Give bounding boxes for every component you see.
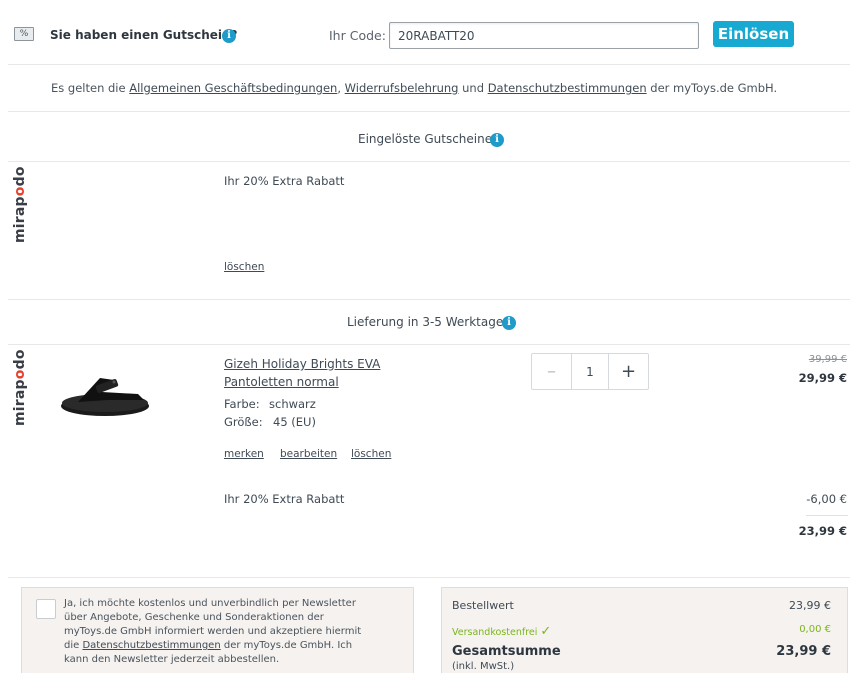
total-note: (inkl. MwSt.) xyxy=(452,661,515,672)
old-price: 39,99 € xyxy=(808,354,847,365)
newsletter-box: Ja, ich möchte kostenlos und unverbindli… xyxy=(21,587,414,673)
decrease-quantity-button[interactable]: – xyxy=(532,354,571,389)
item-subtotal: 23,99 € xyxy=(798,524,847,538)
total-label: Gesamtsumme xyxy=(452,644,561,659)
voucher-code-input[interactable] xyxy=(389,22,699,49)
discount-label: Ihr 20% Extra Rabatt xyxy=(224,492,345,506)
color-value: schwarz xyxy=(269,397,316,411)
checkmark-icon: ✓ xyxy=(540,624,552,639)
redeem-button[interactable]: Einlösen xyxy=(713,21,794,47)
shipping-label: Versandkostenfrei ✓ xyxy=(452,624,552,639)
order-value-label: Bestellwert xyxy=(452,599,514,612)
terms-prefix: Es gelten die xyxy=(51,81,130,95)
divider xyxy=(8,577,850,578)
product-name-line1[interactable]: Gizeh Holiday Brights EVA xyxy=(224,357,380,371)
delivery-heading: Lieferung in 3-5 Werktagen xyxy=(347,315,511,329)
redeemed-heading: Eingelöste Gutscheine: xyxy=(358,132,497,146)
newsletter-privacy-link[interactable]: Datenschutzbestimmungen xyxy=(82,640,220,651)
divider xyxy=(8,64,850,65)
divider xyxy=(8,161,850,162)
mirapodo-logo: mirapodo xyxy=(12,349,28,426)
total-value: 23,99 € xyxy=(776,644,831,659)
increase-quantity-button[interactable]: + xyxy=(609,354,648,389)
terms-mid: und xyxy=(458,81,488,95)
current-price: 29,99 € xyxy=(798,371,847,385)
terms-separator: , xyxy=(337,81,345,95)
order-value: 23,99 € xyxy=(789,599,831,612)
shipping-value: 0,00 € xyxy=(799,624,831,635)
newsletter-checkbox[interactable] xyxy=(36,599,56,619)
product-image[interactable] xyxy=(58,370,154,422)
color-label: Farbe: xyxy=(224,397,260,411)
terms-suffix: der myToys.de GmbH. xyxy=(646,81,778,95)
order-summary-box: Bestellwert 23,99 € Versandkostenfrei ✓ … xyxy=(441,587,848,673)
quantity-stepper: – 1 + xyxy=(531,353,649,390)
divider xyxy=(8,299,850,300)
voucher-question: Sie haben einen Gutschein? xyxy=(50,28,238,42)
size-label: Größe: xyxy=(224,415,263,429)
redeemed-voucher-name: Ihr 20% Extra Rabatt xyxy=(224,174,345,188)
subtotal-divider xyxy=(806,515,848,516)
terms-text: Es gelten die Allgemeinen Geschäftsbedin… xyxy=(51,81,777,95)
voucher-icon: % xyxy=(14,27,34,41)
redeemed-info-icon[interactable]: i xyxy=(490,133,504,147)
discount-value: -6,00 € xyxy=(806,492,847,506)
remember-link[interactable]: merken xyxy=(224,448,264,460)
divider xyxy=(8,111,850,112)
agb-link[interactable]: Allgemeinen Geschäftsbedingungen xyxy=(129,81,337,95)
edit-link[interactable]: bearbeiten xyxy=(280,448,337,460)
delete-link[interactable]: löschen xyxy=(351,448,391,460)
mirapodo-logo: mirapodo xyxy=(12,166,28,243)
delivery-info-icon[interactable]: i xyxy=(502,316,516,330)
quantity-value[interactable]: 1 xyxy=(571,354,609,389)
product-name-link[interactable]: Gizeh Holiday Brights EVA Pantoletten no… xyxy=(224,355,380,391)
newsletter-text: Ja, ich möchte kostenlos und unverbindli… xyxy=(64,597,369,667)
redeemed-delete-link[interactable]: löschen xyxy=(224,261,264,273)
voucher-info-icon[interactable]: i xyxy=(222,29,236,43)
code-label: Ihr Code: xyxy=(329,28,386,43)
product-name-line2[interactable]: Pantoletten normal xyxy=(224,375,339,389)
widerruf-link[interactable]: Widerrufsbelehrung xyxy=(345,81,459,95)
divider xyxy=(8,344,850,345)
datenschutz-link[interactable]: Datenschutzbestimmungen xyxy=(488,81,647,95)
size-value: 45 (EU) xyxy=(273,415,316,429)
